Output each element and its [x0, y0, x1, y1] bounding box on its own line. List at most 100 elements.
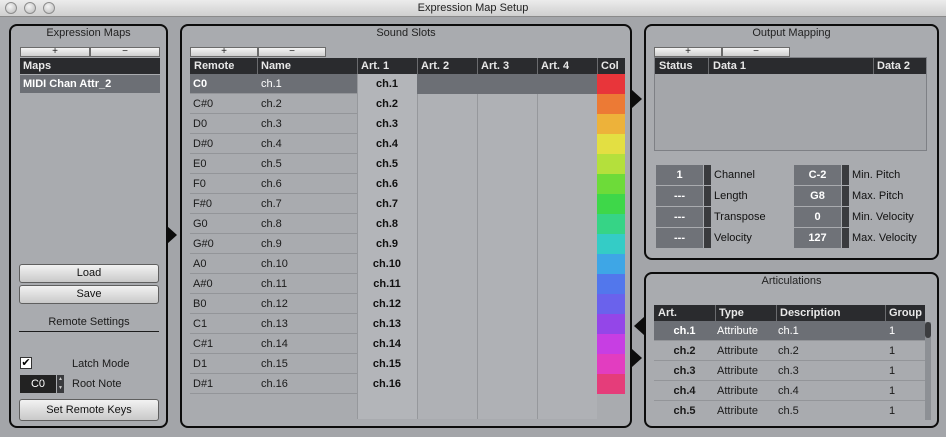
output-field-value[interactable]: G8 — [794, 186, 841, 206]
add-output-button[interactable]: + — [654, 47, 722, 57]
slot-color-swatch[interactable] — [597, 94, 625, 114]
table-row[interactable]: C#0 ch.2 ch.2 — [190, 94, 625, 114]
map-list-item[interactable]: MIDI Chan Attr_2 — [20, 75, 160, 93]
output-field-value[interactable]: --- — [656, 207, 703, 227]
col-header[interactable]: Art. 1 — [361, 60, 389, 72]
output-field-value[interactable]: 127 — [794, 228, 841, 248]
remove-map-button[interactable]: − — [90, 47, 160, 57]
slot-color-swatch[interactable] — [597, 74, 625, 94]
table-row[interactable]: G#0 ch.9 ch.9 — [190, 234, 625, 254]
minimize-window-button[interactable] — [24, 2, 36, 14]
slot-remote: D#1 — [193, 378, 214, 390]
slot-remote: A0 — [193, 258, 207, 270]
col-header[interactable]: Art. 3 — [481, 60, 509, 72]
slot-color-swatch[interactable] — [597, 334, 625, 354]
slot-remote: F#0 — [193, 198, 212, 210]
close-window-button[interactable] — [5, 2, 17, 14]
slot-art1: ch.3 — [375, 118, 398, 130]
output-field-value[interactable]: 0 — [794, 207, 841, 227]
table-row[interactable]: C0 ch.1 ch.1 — [190, 74, 625, 94]
col-header[interactable]: Art. 4 — [541, 60, 569, 72]
slot-color-swatch[interactable] — [597, 214, 625, 234]
slot-color-swatch[interactable] — [597, 294, 625, 314]
field-stepper[interactable] — [842, 165, 849, 185]
slot-color-swatch[interactable] — [597, 354, 625, 374]
field-stepper[interactable] — [842, 207, 849, 227]
table-row[interactable]: C#1 ch.14 ch.14 — [190, 334, 625, 354]
field-stepper[interactable] — [704, 165, 711, 185]
articulations-scrollbar[interactable] — [925, 322, 931, 420]
slot-art1: ch.6 — [375, 178, 398, 190]
table-row[interactable]: F#0 ch.7 ch.7 — [190, 194, 625, 214]
col-header[interactable]: Name — [261, 60, 291, 72]
slot-color-swatch[interactable] — [597, 114, 625, 134]
remote-settings-divider — [19, 331, 159, 332]
table-row[interactable]: ch.3 Attribute ch.3 1 — [654, 361, 925, 381]
table-row[interactable]: ch.2 Attribute ch.2 1 — [654, 341, 925, 361]
col-header[interactable]: Description — [780, 307, 841, 319]
table-row[interactable]: E0 ch.5 ch.5 — [190, 154, 625, 174]
field-stepper[interactable] — [842, 186, 849, 206]
add-map-button[interactable]: + — [20, 47, 90, 57]
table-row[interactable]: D1 ch.15 ch.15 — [190, 354, 625, 374]
col-data1: Data 1 — [713, 60, 747, 72]
slot-remote: A#0 — [193, 278, 213, 290]
set-remote-keys-button[interactable]: Set Remote Keys — [19, 399, 159, 421]
slot-color-swatch[interactable] — [597, 254, 625, 274]
field-stepper[interactable] — [842, 228, 849, 248]
table-row[interactable]: D#0 ch.4 ch.4 — [190, 134, 625, 154]
table-row[interactable]: G0 ch.8 ch.8 — [190, 214, 625, 234]
col-header[interactable]: Art. 2 — [421, 60, 449, 72]
slot-color-swatch[interactable] — [597, 274, 625, 294]
col-header[interactable]: Type — [719, 307, 744, 319]
slot-color-swatch[interactable] — [597, 234, 625, 254]
field-stepper[interactable] — [704, 228, 711, 248]
remove-slot-button[interactable]: − — [258, 47, 326, 57]
sound-slots-panel: Sound Slots + − Remote Name Art. 1 Art. 2 Ar… — [180, 24, 632, 428]
table-row[interactable]: A0 ch.10 ch.10 — [190, 254, 625, 274]
slot-color-swatch[interactable] — [597, 154, 625, 174]
output-field-value[interactable]: 1 — [656, 165, 703, 185]
root-note-field[interactable]: C0 — [20, 375, 56, 393]
col-header[interactable]: Col — [601, 60, 619, 72]
output-field-value[interactable]: --- — [656, 228, 703, 248]
latch-mode-checkbox[interactable]: ✔ — [20, 357, 32, 369]
remove-output-button[interactable]: − — [722, 47, 790, 57]
root-note-stepper[interactable]: ▲ ▼ — [57, 375, 64, 393]
field-stepper[interactable] — [704, 207, 711, 227]
table-row[interactable]: C1 ch.13 ch.13 — [190, 314, 625, 334]
col-header[interactable]: Group — [889, 307, 922, 319]
table-row[interactable]: ch.1 Attribute ch.1 1 — [654, 321, 925, 341]
slot-art1: ch.14 — [372, 338, 402, 350]
remote-settings-label: Remote Settings — [48, 316, 130, 328]
art-description: ch.4 — [778, 385, 799, 397]
output-field-value[interactable]: C-2 — [794, 165, 841, 185]
slot-art1: ch.5 — [375, 158, 398, 170]
slot-color-swatch[interactable] — [597, 174, 625, 194]
slot-color-swatch[interactable] — [597, 374, 625, 394]
zoom-window-button[interactable] — [43, 2, 55, 14]
table-row[interactable]: B0 ch.12 ch.12 — [190, 294, 625, 314]
slot-art1: ch.16 — [372, 378, 402, 390]
output-field-value[interactable]: --- — [656, 186, 703, 206]
table-row[interactable]: ch.5 Attribute ch.5 1 — [654, 401, 925, 420]
slot-remote: C1 — [193, 318, 208, 330]
slot-color-swatch[interactable] — [597, 314, 625, 334]
window-titlebar: Expression Map Setup — [0, 0, 946, 17]
slot-color-swatch[interactable] — [597, 134, 625, 154]
table-row[interactable]: D0 ch.3 ch.3 — [190, 114, 625, 134]
table-row[interactable]: F0 ch.6 ch.6 — [190, 174, 625, 194]
add-slot-button[interactable]: + — [190, 47, 258, 57]
load-button[interactable]: Load — [19, 264, 159, 283]
field-stepper[interactable] — [704, 186, 711, 206]
table-row[interactable]: ch.4 Attribute ch.4 1 — [654, 381, 925, 401]
art-group: 1 — [889, 385, 896, 397]
col-header[interactable]: Remote — [194, 60, 234, 72]
slot-color-swatch[interactable] — [597, 194, 625, 214]
scrollbar-thumb[interactable] — [925, 322, 931, 338]
table-row[interactable]: A#0 ch.11 ch.11 — [190, 274, 625, 294]
save-button[interactable]: Save — [19, 285, 159, 304]
col-header[interactable]: Art. — [658, 307, 677, 319]
slot-art1: ch.2 — [375, 98, 398, 110]
table-row[interactable]: D#1 ch.16 ch.16 — [190, 374, 625, 394]
